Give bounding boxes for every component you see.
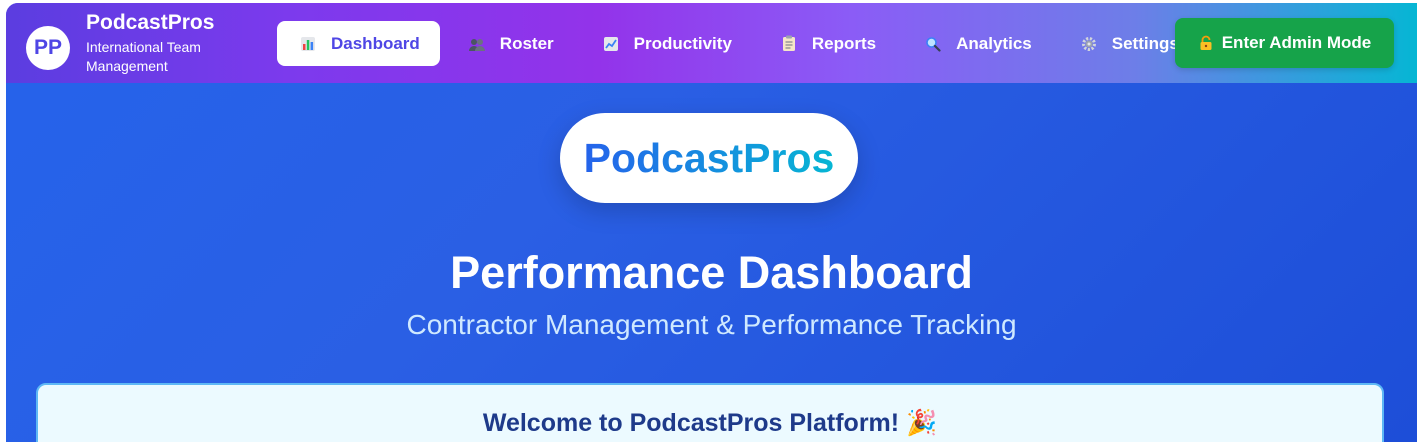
hero-logo: PodcastPros <box>560 113 858 203</box>
lock-icon <box>1198 35 1214 51</box>
people-icon <box>468 35 486 53</box>
nav-item-analytics[interactable]: Analytics <box>902 21 1052 66</box>
brand[interactable]: PP PodcastPros International Team Manage… <box>26 11 236 76</box>
enter-admin-mode-button[interactable]: Enter Admin Mode <box>1175 18 1394 68</box>
clipboard-icon <box>780 35 798 53</box>
brand-subtitle: International Team Management <box>86 39 201 74</box>
welcome-card: Welcome to PodcastPros Platform! 🎉 <box>36 383 1384 442</box>
nav-item-productivity[interactable]: Productivity <box>580 21 752 66</box>
page-title: Performance Dashboard <box>450 247 973 298</box>
trend-chart-icon <box>602 35 620 53</box>
top-navbar: PP PodcastPros International Team Manage… <box>6 3 1417 83</box>
brand-name: PodcastPros <box>86 11 215 34</box>
nav-menu: Dashboard Roster Productivity Reports An… <box>277 21 1205 66</box>
brand-logo: PP <box>26 25 70 70</box>
bar-chart-icon <box>299 35 317 53</box>
nav-item-roster[interactable]: Roster <box>446 21 574 66</box>
page-subtitle: Contractor Management & Performance Trac… <box>406 309 1017 340</box>
app-frame: PP PodcastPros International Team Manage… <box>6 3 1417 442</box>
welcome-title: Welcome to PodcastPros Platform! 🎉 <box>482 409 938 437</box>
gear-icon <box>1080 35 1098 53</box>
nav-item-dashboard[interactable]: Dashboard <box>277 21 440 66</box>
magnifier-icon <box>924 35 942 53</box>
nav-item-reports[interactable]: Reports <box>758 21 896 66</box>
